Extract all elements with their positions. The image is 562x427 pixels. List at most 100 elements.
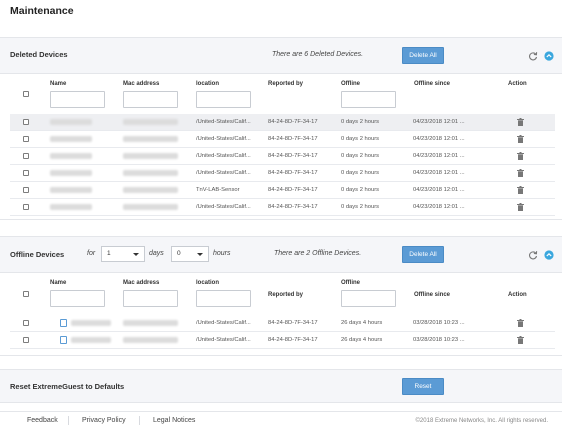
- offline-cell: 0 days 2 hours: [341, 204, 380, 210]
- table-row[interactable]: /United-States/Calif... 84-24-8D-7F-34-1…: [10, 114, 555, 131]
- row-checkbox[interactable]: [23, 204, 29, 210]
- hours-label: hours: [213, 250, 231, 257]
- deleted-devices-panel: Deleted Devices There are 6 Deleted Devi…: [0, 37, 562, 220]
- col-reported-by: Reported by: [268, 292, 304, 298]
- offline-filter-input[interactable]: [341, 91, 396, 108]
- reported-by-cell: 84-24-8D-7F-34-17: [268, 136, 318, 142]
- col-reported-by: Reported by: [268, 81, 304, 87]
- name-redacted: [50, 187, 92, 193]
- offline-since-cell: 04/23/2018 12:01 ...: [413, 136, 465, 142]
- days-select[interactable]: 1: [101, 246, 145, 262]
- location-cell: TnV-LAB-Sensor: [196, 187, 240, 193]
- row-checkbox[interactable]: [23, 337, 29, 343]
- row-checkbox[interactable]: [23, 170, 29, 176]
- name-redacted: [50, 153, 92, 159]
- mac-redacted: [123, 204, 178, 210]
- offline-since-cell: 04/23/2018 12:01 ...: [413, 170, 465, 176]
- mac-redacted: [123, 320, 178, 326]
- legal-notices-link[interactable]: Legal Notices: [153, 417, 195, 424]
- offline-devices-panel: Offline Devices for 1 days 0 hours There…: [0, 236, 562, 356]
- reset-panel: Reset ExtremeGuest to Defaults Reset: [0, 369, 562, 403]
- table-row[interactable]: /United-States/Calif... 84-24-8D-7F-34-1…: [10, 315, 555, 332]
- location-filter-input[interactable]: [196, 290, 251, 307]
- offline-since-cell: 04/23/2018 12:01 ...: [413, 119, 465, 125]
- table-row[interactable]: TnV-LAB-Sensor 84-24-8D-7F-34-17 0 days …: [10, 182, 555, 199]
- for-label: for: [87, 250, 96, 257]
- footer: Feedback Privacy Policy Legal Notices ©2…: [0, 411, 562, 427]
- delete-all-offline-button[interactable]: Delete All: [402, 246, 444, 263]
- mac-redacted: [123, 170, 178, 176]
- name-filter-input[interactable]: [50, 91, 105, 108]
- copyright: ©2018 Extreme Networks, Inc. All rights …: [415, 418, 548, 424]
- deleted-devices-count: There are 6 Deleted Devices.: [272, 51, 364, 58]
- trash-icon[interactable]: [517, 135, 524, 143]
- refresh-icon[interactable]: [528, 250, 538, 260]
- location-cell: /United-States/Calif...: [196, 320, 251, 326]
- name-redacted: [71, 320, 111, 326]
- col-location: location: [196, 81, 220, 87]
- collapse-icon[interactable]: [544, 250, 554, 260]
- table-row[interactable]: /United-States/Calif... 84-24-8D-7F-34-1…: [10, 332, 555, 349]
- privacy-policy-link[interactable]: Privacy Policy: [82, 417, 126, 424]
- trash-icon[interactable]: [517, 203, 524, 211]
- row-checkbox[interactable]: [23, 187, 29, 193]
- name-redacted: [50, 136, 92, 142]
- reset-button[interactable]: Reset: [402, 378, 444, 395]
- location-cell: /United-States/Calif...: [196, 119, 251, 125]
- trash-icon[interactable]: [517, 169, 524, 177]
- col-mac: Mac address: [123, 81, 160, 87]
- days-label: days: [149, 250, 164, 257]
- select-all-checkbox[interactable]: [23, 91, 29, 97]
- offline-cell: 0 days 2 hours: [341, 153, 380, 159]
- trash-icon[interactable]: [517, 118, 524, 126]
- name-filter-input[interactable]: [50, 290, 105, 307]
- reset-title: Reset ExtremeGuest to Defaults: [10, 382, 125, 391]
- trash-icon[interactable]: [517, 336, 524, 344]
- trash-icon[interactable]: [517, 186, 524, 194]
- row-checkbox[interactable]: [23, 119, 29, 125]
- offline-cell: 0 days 2 hours: [341, 136, 380, 142]
- reported-by-cell: 84-24-8D-7F-34-17: [268, 320, 318, 326]
- row-checkbox[interactable]: [23, 153, 29, 159]
- trash-icon[interactable]: [517, 152, 524, 160]
- collapse-icon[interactable]: [544, 51, 554, 61]
- trash-icon[interactable]: [517, 319, 524, 327]
- chevron-down-icon: [197, 253, 203, 256]
- table-row[interactable]: /United-States/Calif... 84-24-8D-7F-34-1…: [10, 131, 555, 148]
- col-offline: Offline: [341, 280, 360, 286]
- offline-cell: 0 days 2 hours: [341, 187, 380, 193]
- select-all-checkbox[interactable]: [23, 291, 29, 297]
- delete-all-deleted-button[interactable]: Delete All: [402, 47, 444, 64]
- table-row[interactable]: /United-States/Calif... 84-24-8D-7F-34-1…: [10, 199, 555, 216]
- offline-devices-count: There are 2 Offline Devices.: [274, 250, 362, 257]
- feedback-link[interactable]: Feedback: [27, 417, 58, 424]
- refresh-icon[interactable]: [528, 51, 538, 61]
- col-name: Name: [50, 81, 67, 87]
- offline-devices-header: Offline Devices for 1 days 0 hours There…: [0, 237, 562, 273]
- col-action: Action: [508, 81, 527, 87]
- table-row[interactable]: /United-States/Calif... 84-24-8D-7F-34-1…: [10, 148, 555, 165]
- col-offline-since: Offline since: [414, 81, 451, 87]
- row-checkbox[interactable]: [23, 136, 29, 142]
- offline-filter-input[interactable]: [341, 290, 396, 307]
- reported-by-cell: 84-24-8D-7F-34-17: [268, 119, 318, 125]
- col-mac: Mac address: [123, 280, 160, 286]
- offline-devices-title: Offline Devices: [10, 250, 65, 259]
- offline-since-cell: 03/28/2018 10:23 ...: [413, 337, 465, 343]
- location-cell: /United-States/Calif...: [196, 337, 251, 343]
- deleted-devices-header: Deleted Devices There are 6 Deleted Devi…: [0, 38, 562, 74]
- location-filter-input[interactable]: [196, 91, 251, 108]
- row-checkbox[interactable]: [23, 320, 29, 326]
- reported-by-cell: 84-24-8D-7F-34-17: [268, 153, 318, 159]
- table-row[interactable]: /United-States/Calif... 84-24-8D-7F-34-1…: [10, 165, 555, 182]
- location-cell: /United-States/Calif...: [196, 136, 251, 142]
- offline-since-cell: 03/28/2018 10:23 ...: [413, 320, 465, 326]
- mac-filter-input[interactable]: [123, 91, 178, 108]
- col-location: location: [196, 280, 220, 286]
- mac-redacted: [123, 136, 178, 142]
- mac-redacted: [123, 337, 178, 343]
- mac-filter-input[interactable]: [123, 290, 178, 307]
- file-icon: [60, 336, 67, 344]
- hours-select[interactable]: 0: [171, 246, 209, 262]
- reported-by-cell: 84-24-8D-7F-34-17: [268, 187, 318, 193]
